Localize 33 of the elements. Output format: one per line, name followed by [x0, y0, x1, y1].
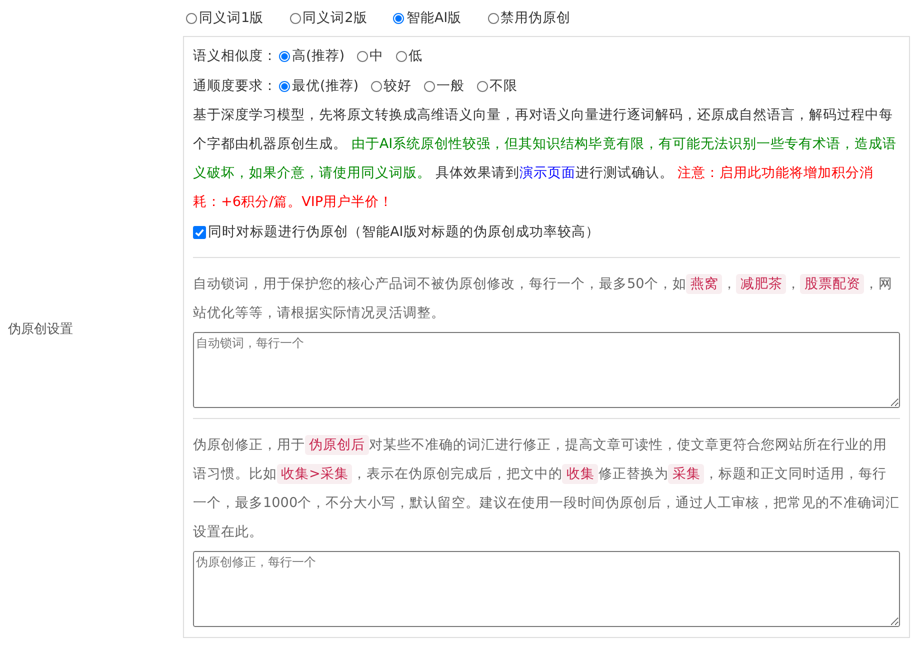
demo-link[interactable]: 演示页面 — [519, 165, 576, 181]
radio-button[interactable] — [186, 12, 197, 24]
option-label: 禁用伪原创 — [500, 9, 571, 27]
option-label: 较好 — [384, 77, 412, 95]
option-label: 最优(推荐) — [292, 77, 359, 95]
radio-button[interactable] — [476, 80, 488, 92]
radio-button[interactable] — [279, 50, 290, 62]
checkbox-label: 同时对标题进行伪原创（智能AI版对标题的伪原创成功率较高） — [208, 223, 600, 241]
section-description: 自动锁词，用于保护您的核心产品词不被伪原创修改，每行一个，最多50个，如 燕窝 ， 减肥茶 ， 股票配资 ，网站优化等等，请根据实际情况灵活调整。 — [193, 273, 894, 323]
radio-button[interactable] — [279, 80, 290, 92]
section-label: 伪原创设置 — [8, 322, 73, 337]
input-field[interactable]: 自动锁词，每行一个 — [193, 332, 900, 408]
option-label: 智能AI版 — [406, 9, 462, 27]
option-label: 高(推荐) — [292, 47, 345, 65]
section-description: 伪原创修正，用于 伪原创后 对某些不准确的词汇进行修正，提高文章可读性，使文章更符合您网站所在行业的用语习惯。比如 收集>采集 ，表示在伪原创完成后，把文中的 收集 修正替换为 采集 ，标题和正文同时适用，每行一个，最多1000个，不分大小写，默认留空。建议在使用一段时间伪原创后，通过人工审核，把常见的不准确词汇设置在此。 — [193, 434, 900, 542]
option-label: 一般 — [436, 77, 465, 95]
radio-button[interactable] — [393, 12, 404, 24]
option-label: 低 — [408, 47, 423, 65]
setting-label: 通顺度要求： — [193, 77, 277, 95]
checkbox[interactable] — [193, 226, 206, 238]
radio-button[interactable] — [424, 80, 435, 92]
option-label: 中 — [370, 47, 384, 65]
ai-description: 基于深度学习模型，先将原文转换成高维语义向量，再对语义向量进行逐词解码，还原成自然语言，解码过程中每个字都由机器原创生成。 由于AI系统原创性较强，但其知识结构毕竟有限，有可能无法识别一些专有术语，造成语义破坏，如果介意，请使用同义词版。 具体效果请到演示页面进行测试确认。 注意：启用此功能将增加积分消耗：+6积分/篇。VIP用户半价！ — [193, 106, 898, 212]
option-label: 不限 — [490, 77, 518, 95]
radio-button[interactable] — [488, 12, 499, 24]
option-label: 同义词2版 — [302, 9, 368, 27]
radio-button[interactable] — [356, 50, 368, 62]
radio-button[interactable] — [370, 80, 382, 92]
option-label: 同义词1版 — [199, 9, 264, 27]
radio-button[interactable] — [396, 50, 407, 62]
input-field[interactable]: 伪原创修正，每行一个 — [193, 551, 900, 627]
setting-label: 语义相似度： — [193, 47, 277, 65]
radio-button[interactable] — [290, 12, 301, 24]
